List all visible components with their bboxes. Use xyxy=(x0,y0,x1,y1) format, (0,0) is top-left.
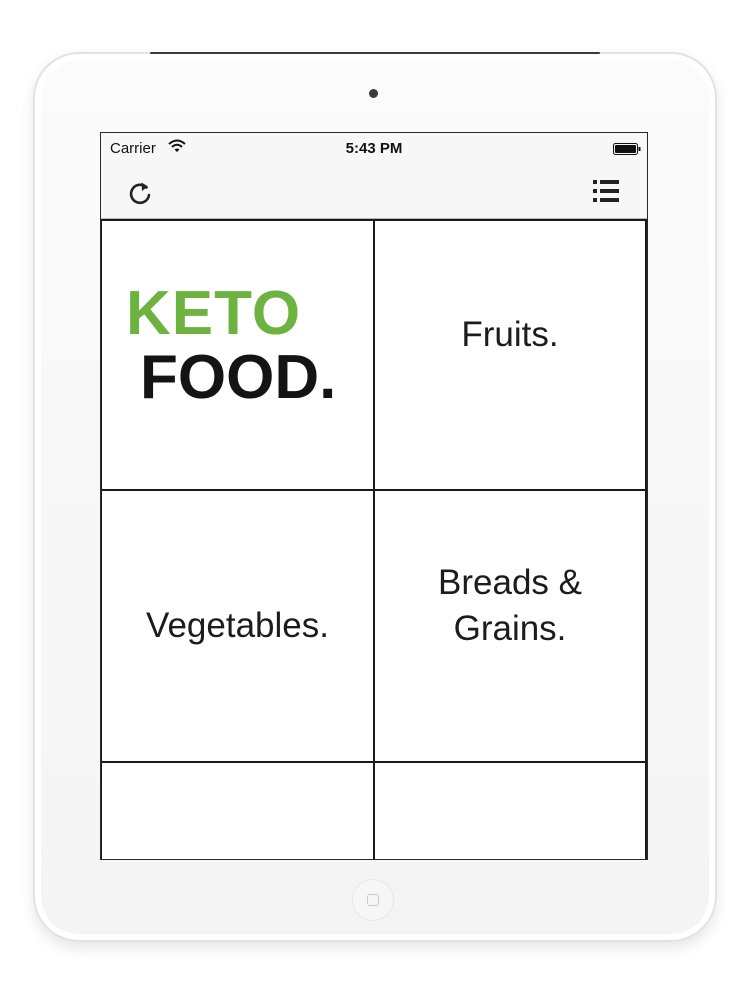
category-tile-breads-grains[interactable]: Breads & Grains. xyxy=(375,491,647,763)
category-tile-fruits[interactable]: Fruits. xyxy=(375,219,647,491)
category-tile-vegetables[interactable]: Vegetables. xyxy=(101,491,375,763)
battery-icon xyxy=(613,142,641,155)
list-menu-button[interactable] xyxy=(591,177,621,205)
status-bar: Carrier 5:43 PM xyxy=(101,133,647,163)
category-label: Fruits. xyxy=(461,315,559,354)
camera-icon xyxy=(369,89,378,98)
home-square-icon xyxy=(367,894,379,906)
status-time: 5:43 PM xyxy=(345,140,403,157)
category-label-line2: Grains. xyxy=(453,609,567,648)
category-tile-empty-left[interactable] xyxy=(101,763,375,859)
category-label: Vegetables. xyxy=(146,606,329,645)
keto-food-logo: KETO FOOD. xyxy=(126,283,336,409)
tablet-top-edge xyxy=(150,52,600,54)
category-label-line1: Breads & xyxy=(438,563,582,602)
category-tile-empty-right[interactable] xyxy=(375,763,647,859)
refresh-button[interactable] xyxy=(125,178,155,208)
logo-food-text: FOOD. xyxy=(140,343,337,412)
logo-keto-text: KETO xyxy=(126,279,302,348)
navigation-bar xyxy=(101,163,647,219)
home-button[interactable] xyxy=(352,879,394,921)
refresh-icon xyxy=(129,182,151,205)
category-label: Breads & Grains. xyxy=(438,560,582,652)
category-grid: KETO FOOD. Fruits. Vegetables. Breads & … xyxy=(101,219,647,859)
list-menu-icon xyxy=(593,180,619,202)
logo-tile[interactable]: KETO FOOD. xyxy=(101,219,375,491)
app-screen: Carrier 5:43 PM KETO FOOD. Fruits. Veget… xyxy=(100,132,648,860)
